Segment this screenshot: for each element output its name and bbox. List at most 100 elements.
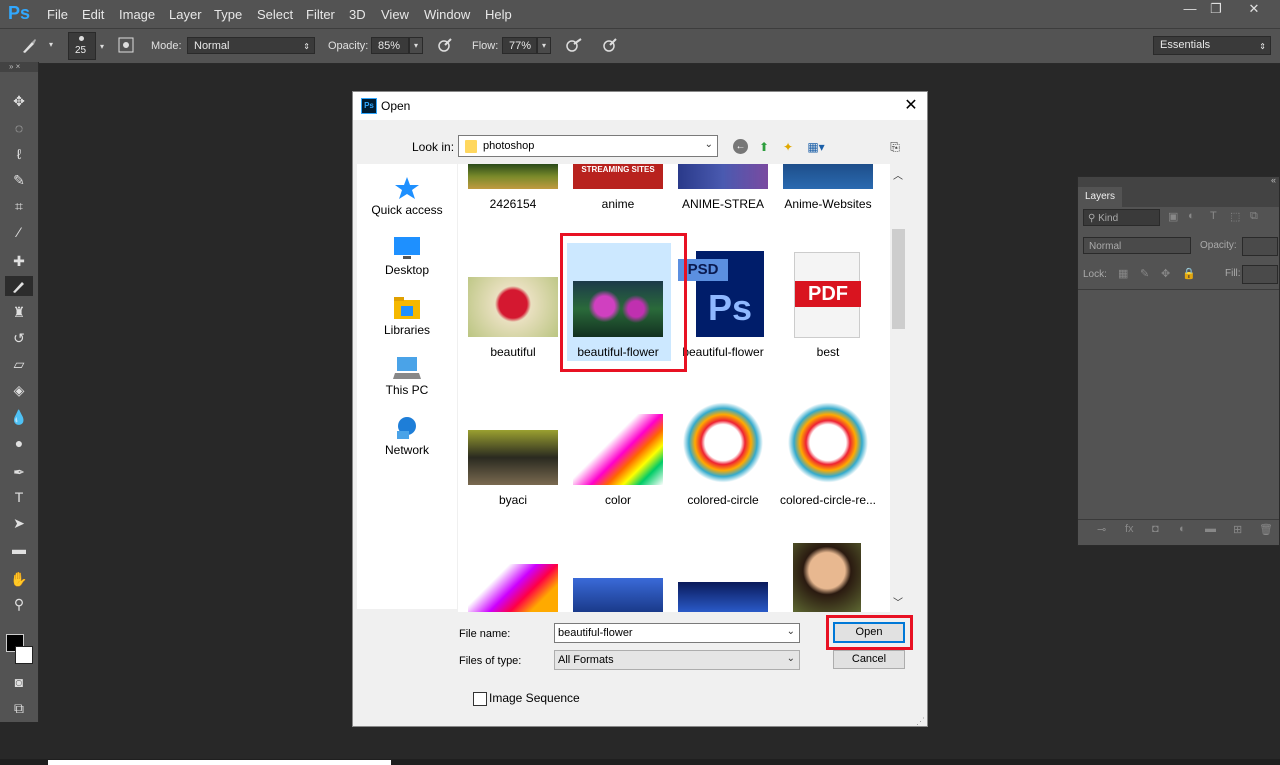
menu-filter[interactable]: Filter bbox=[306, 7, 335, 22]
scroll-down-icon[interactable]: ﹀ bbox=[893, 594, 903, 609]
lasso-tool-icon[interactable]: ℓ bbox=[9, 144, 29, 164]
brush-preset-picker[interactable]: 25 bbox=[68, 32, 96, 60]
opacity-input[interactable]: 85% bbox=[371, 37, 409, 54]
file-name-label[interactable]: best bbox=[776, 345, 880, 359]
new-group-icon[interactable]: ▬ bbox=[1205, 523, 1216, 535]
brush-panel-icon[interactable] bbox=[117, 37, 135, 55]
tools-collapse-icon[interactable]: » × bbox=[0, 62, 38, 72]
file-list-scrollbar[interactable]: ︿ ﹀ bbox=[890, 164, 907, 612]
layer-opacity-input[interactable] bbox=[1242, 237, 1278, 256]
thumbnail-byaci[interactable] bbox=[468, 430, 558, 485]
file-name-label[interactable]: byaci bbox=[461, 493, 565, 507]
up-folder-icon[interactable]: ⬆ bbox=[756, 139, 772, 155]
eraser-tool-icon[interactable]: ▱ bbox=[9, 354, 29, 374]
file-name-label[interactable]: 2426154 bbox=[461, 197, 565, 211]
blur-tool-icon[interactable]: 💧 bbox=[9, 407, 29, 427]
screen-mode-icon[interactable]: ⧉ bbox=[9, 698, 29, 718]
filter-shape-icon[interactable]: ⬚ bbox=[1230, 210, 1240, 223]
marquee-tool-icon[interactable]: ◌ bbox=[9, 118, 29, 138]
adjustment-layer-icon[interactable]: ◐ bbox=[1179, 523, 1186, 535]
path-selection-tool-icon[interactable]: ➤ bbox=[9, 513, 29, 533]
panel-collapse-icon[interactable]: « bbox=[1271, 175, 1276, 185]
place-libraries[interactable]: Libraries bbox=[357, 296, 457, 337]
filter-adjustment-icon[interactable]: ◐ bbox=[1188, 210, 1195, 222]
thumbnail-colored-circle[interactable] bbox=[678, 400, 768, 485]
thumbnail-anime[interactable]: STREAMING SITES bbox=[573, 164, 663, 189]
filter-smart-object-icon[interactable]: ⧉ bbox=[1250, 210, 1258, 223]
type-tool-icon[interactable]: T bbox=[9, 487, 29, 507]
blend-mode-select[interactable]: Normal bbox=[1083, 237, 1191, 254]
menu-image[interactable]: Image bbox=[119, 7, 155, 22]
menu-help[interactable]: Help bbox=[485, 7, 512, 22]
thumbnail-anime-strea[interactable] bbox=[678, 164, 768, 189]
layer-style-fx-icon[interactable]: fx bbox=[1125, 523, 1134, 535]
zoom-tool-icon[interactable]: ⚲ bbox=[9, 594, 29, 614]
file-name-label[interactable]: Anime-Websites bbox=[776, 197, 880, 211]
thumbnail-2426154[interactable] bbox=[468, 164, 558, 189]
pdf-file-icon[interactable]: PDF bbox=[794, 252, 861, 338]
paint-bucket-tool-icon[interactable]: ◈ bbox=[9, 380, 29, 400]
hand-tool-icon[interactable]: ✋ bbox=[9, 569, 29, 589]
flow-input[interactable]: 77% bbox=[502, 37, 537, 54]
dodge-tool-icon[interactable]: ● bbox=[9, 433, 29, 453]
view-menu-icon[interactable]: ▦▾ bbox=[804, 139, 828, 155]
tool-preset-arrow-icon[interactable]: ▾ bbox=[44, 37, 58, 54]
eyedropper-tool-icon[interactable]: ⁄ bbox=[9, 222, 29, 242]
file-name-input[interactable]: beautiful-flower ⌄ bbox=[554, 623, 800, 643]
new-layer-icon[interactable]: ⊞ bbox=[1233, 523, 1242, 536]
scroll-up-icon[interactable]: ︿ bbox=[893, 167, 903, 182]
menu-type[interactable]: Type bbox=[214, 7, 242, 22]
menu-3d[interactable]: 3D bbox=[349, 7, 366, 22]
thumbnail-anime-websites[interactable] bbox=[783, 164, 873, 189]
place-network[interactable]: Network bbox=[357, 416, 457, 457]
tab-layers[interactable]: Layers bbox=[1078, 187, 1122, 207]
image-sequence-checkbox[interactable] bbox=[473, 692, 487, 706]
fill-input[interactable] bbox=[1242, 265, 1278, 284]
menu-select[interactable]: Select bbox=[257, 7, 293, 22]
look-in-select[interactable]: photoshop ⌄ bbox=[458, 135, 718, 157]
menu-edit[interactable]: Edit bbox=[82, 7, 104, 22]
menu-window[interactable]: Window bbox=[424, 7, 470, 22]
place-desktop[interactable]: Desktop bbox=[357, 236, 457, 277]
history-brush-tool-icon[interactable]: ↺ bbox=[9, 328, 29, 348]
filter-type-icon[interactable]: T bbox=[1210, 210, 1217, 222]
lock-pixels-icon[interactable]: ✎ bbox=[1140, 267, 1149, 280]
rectangle-tool-icon[interactable]: ▬ bbox=[9, 539, 29, 559]
link-layers-icon[interactable]: ⊸ bbox=[1097, 523, 1106, 536]
file-name-label[interactable]: color bbox=[566, 493, 670, 507]
menu-layer[interactable]: Layer bbox=[169, 7, 202, 22]
thumbnail-color[interactable] bbox=[573, 414, 663, 485]
filter-pixel-icon[interactable]: ▣ bbox=[1168, 210, 1178, 223]
flow-dropdown[interactable]: ▾ bbox=[537, 37, 551, 54]
healing-brush-tool-icon[interactable]: ✚ bbox=[9, 251, 29, 271]
move-tool-icon[interactable]: ✥ bbox=[9, 91, 29, 111]
minimize-button[interactable]: — bbox=[1176, 1, 1204, 19]
workspace-select[interactable]: Essentials ⇕ bbox=[1153, 36, 1271, 55]
thumbnail-blue-character[interactable] bbox=[678, 582, 768, 612]
psd-file-icon[interactable]: PSD Ps bbox=[678, 251, 766, 338]
file-type-select[interactable]: All Formats ⌄ bbox=[554, 650, 800, 670]
scroll-thumb[interactable] bbox=[892, 229, 905, 329]
lock-transparent-icon[interactable]: ▦ bbox=[1118, 267, 1128, 280]
menu-view[interactable]: View bbox=[381, 7, 409, 22]
new-folder-icon[interactable]: ✦ bbox=[780, 139, 796, 155]
bridge-icon[interactable]: ⎘ bbox=[887, 139, 903, 155]
brush-tool-active-icon[interactable] bbox=[5, 276, 33, 296]
airbrush-icon[interactable] bbox=[565, 37, 583, 55]
file-name-label[interactable]: colored-circle-re... bbox=[776, 493, 880, 507]
back-arrow-icon[interactable]: ← bbox=[733, 139, 748, 154]
pen-tool-icon[interactable]: ✒ bbox=[9, 462, 29, 482]
close-window-button[interactable]: ✕ bbox=[1240, 1, 1268, 19]
file-name-label[interactable]: anime bbox=[566, 197, 670, 211]
thumbnail-splash[interactable] bbox=[468, 564, 558, 612]
thumbnail-blue-cats[interactable] bbox=[573, 578, 663, 612]
menu-file[interactable]: File bbox=[47, 7, 68, 22]
layer-filter-kind[interactable]: ⚲ Kind bbox=[1083, 209, 1160, 226]
thumbnail-beautiful[interactable] bbox=[468, 277, 558, 337]
opacity-dropdown[interactable]: ▾ bbox=[409, 37, 423, 54]
quick-mask-icon[interactable]: ◙ bbox=[9, 672, 29, 692]
thumbnail-portrait[interactable] bbox=[793, 543, 861, 612]
chevron-down-icon[interactable]: ⌄ bbox=[787, 626, 795, 637]
place-this-pc[interactable]: This PC bbox=[357, 356, 457, 397]
quick-select-tool-icon[interactable]: ✎ bbox=[9, 170, 29, 190]
